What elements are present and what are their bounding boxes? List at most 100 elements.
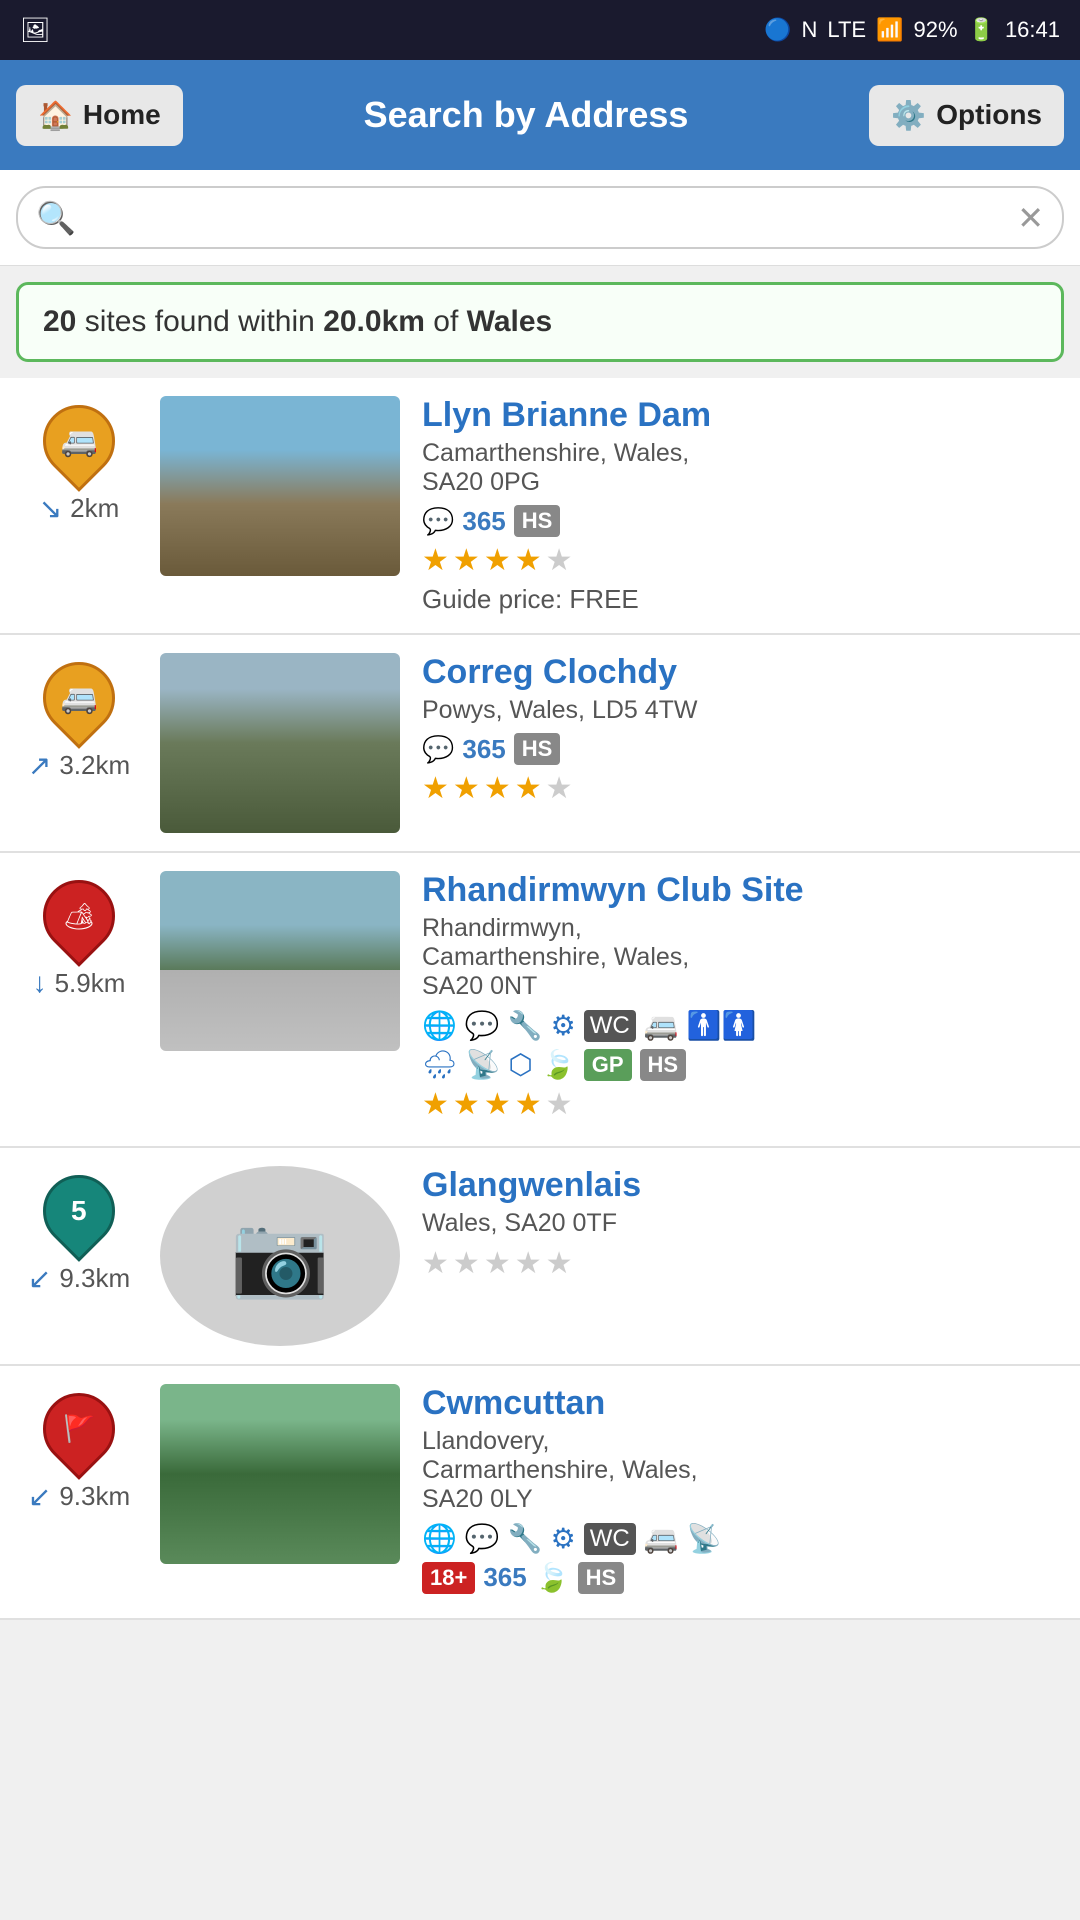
amenity-wrench-5: 🔧	[508, 1522, 543, 1555]
stars-2: ★ ★ ★ ★ ★	[422, 771, 1066, 806]
amenity-row-3: 🌐 💬 🔧 ⚙ WC 🚐 🚹🚺	[422, 1009, 1066, 1042]
site-name-5[interactable]: Cwmcuttan	[422, 1384, 1066, 1423]
clear-icon[interactable]: ✕	[1017, 199, 1044, 237]
amenity-gear: ⚙	[551, 1009, 576, 1042]
star-1-4: ★	[515, 543, 542, 578]
stars-1: ★ ★ ★ ★ ★	[422, 543, 1066, 578]
status-bar: 🖼 🔵 N LTE 📶 92% 🔋 16:41	[0, 0, 1080, 60]
distance-row-5: ↙ 9.3km	[28, 1480, 130, 1513]
star-4-4: ★	[515, 1246, 542, 1281]
status-bar-right: 🔵 N LTE 📶 92% 🔋 16:41	[764, 17, 1060, 43]
photo-icon: 🖼	[20, 16, 50, 45]
nfc-icon: N	[801, 17, 817, 43]
star-3-2: ★	[453, 1087, 480, 1122]
distance-row-3: ↓ 5.9km	[33, 967, 126, 999]
star-2-4: ★	[515, 771, 542, 806]
site-thumbnail-3[interactable]	[160, 871, 400, 1051]
star-3-5: ★	[546, 1087, 573, 1122]
distance-row-1: ↘ 2km	[39, 492, 120, 525]
direction-arrow-3: ↓	[33, 967, 47, 999]
site-pin-area: 🚐 ↘ 2km	[14, 396, 144, 525]
site-name-1[interactable]: Llyn Brianne Dam	[422, 396, 1066, 435]
list-item[interactable]: 🚩 ↙ 9.3km Cwmcuttan Llandovery,Carmarthe…	[0, 1366, 1080, 1620]
site-address-5: Llandovery,Carmarthenshire, Wales,SA20 0…	[422, 1427, 1066, 1514]
bluetooth-icon: 🔵	[764, 17, 791, 43]
battery-percent: 92%	[913, 17, 957, 43]
distance-1: 2km	[70, 493, 119, 524]
pin-icon-2: 🚐	[60, 681, 97, 716]
amenity-toilet: 🚹🚺	[687, 1009, 757, 1042]
map-pin-3: 🏕	[39, 871, 119, 961]
site-address-3: Rhandirmwyn,Camarthenshire, Wales,SA20 0…	[422, 914, 1066, 1001]
badge-hs-3: HS	[640, 1049, 687, 1081]
site-list: 🚐 ↘ 2km Llyn Brianne Dam Camarthenshire,…	[0, 378, 1080, 1620]
amenity-leaf-5: 🍃	[535, 1561, 570, 1594]
distance-2: 3.2km	[59, 750, 130, 781]
results-radius: 20.0km	[323, 305, 425, 338]
site-pin-area-3: 🏕 ↓ 5.9km	[14, 871, 144, 999]
list-item[interactable]: 🚐 ↘ 2km Llyn Brianne Dam Camarthenshire,…	[0, 378, 1080, 635]
chat-icon-2: 💬	[422, 734, 454, 765]
list-item[interactable]: 5 ↙ 9.3km 📷 Glangwenlais Wales, SA20 0TF…	[0, 1148, 1080, 1366]
star-2-3: ★	[484, 771, 511, 806]
star-4-5: ★	[546, 1246, 573, 1281]
amenity-wrench: 🔧	[508, 1009, 543, 1042]
map-pin-2: 🚐	[39, 653, 119, 743]
search-bar-container: 🔍 Wales ✕	[0, 170, 1080, 266]
badge-365-1: 365	[462, 506, 505, 537]
site-info-4: Glangwenlais Wales, SA20 0TF ★ ★ ★ ★ ★	[416, 1166, 1066, 1287]
site-address-4: Wales, SA20 0TF	[422, 1209, 1066, 1238]
list-item[interactable]: 🏕 ↓ 5.9km Rhandirmwyn Club Site Rhandirm…	[0, 853, 1080, 1148]
pin-icon-1: 🚐	[60, 424, 97, 459]
badge-row-5: 18+ 365 🍃 HS	[422, 1561, 1066, 1594]
direction-arrow-2: ↗	[28, 749, 51, 782]
search-icon: 🔍	[36, 199, 76, 237]
home-label: Home	[83, 99, 161, 131]
amenity-caravan-5: 🚐	[644, 1522, 679, 1555]
star-3-3: ★	[484, 1087, 511, 1122]
star-4-2: ★	[453, 1246, 480, 1281]
site-info-2: Correg Clochdy Powys, Wales, LD5 4TW 💬 3…	[416, 653, 1066, 812]
site-info-5: Cwmcuttan Llandovery,Carmarthenshire, Wa…	[416, 1384, 1066, 1600]
star-1-5: ★	[546, 543, 573, 578]
star-4-1: ★	[422, 1246, 449, 1281]
battery-icon: 🔋	[968, 17, 995, 43]
search-input[interactable]: Wales	[90, 198, 1003, 237]
star-1-2: ★	[453, 543, 480, 578]
amenity-chat-5: 💬	[465, 1522, 500, 1555]
options-button[interactable]: ⚙️ Options	[869, 85, 1064, 146]
site-thumbnail-1[interactable]	[160, 396, 400, 576]
distance-4: 9.3km	[59, 1263, 130, 1294]
status-bar-left: 🖼	[20, 16, 50, 45]
list-item[interactable]: 🚐 ↗ 3.2km Correg Clochdy Powys, Wales, L…	[0, 635, 1080, 853]
amenity-wifi-5: 📡	[687, 1522, 722, 1555]
site-no-photo-4[interactable]: 📷	[160, 1166, 400, 1346]
results-text-2: of	[433, 305, 466, 338]
amenity-wc-5: WC	[584, 1523, 636, 1555]
site-info-3: Rhandirmwyn Club Site Rhandirmwyn,Camart…	[416, 871, 1066, 1128]
star-2-2: ★	[453, 771, 480, 806]
results-summary: 20 sites found within 20.0km of Wales	[16, 282, 1064, 362]
badge-gp-3: GP	[584, 1049, 632, 1081]
home-button[interactable]: 🏠 Home	[16, 85, 183, 146]
site-pin-area-2: 🚐 ↗ 3.2km	[14, 653, 144, 782]
wifi-icon: 📶	[876, 17, 903, 43]
amenity-caravan: 🚐	[644, 1009, 679, 1042]
site-pin-area-4: 5 ↙ 9.3km	[14, 1166, 144, 1295]
amenity-gear-5: ⚙	[551, 1522, 576, 1555]
direction-arrow-5: ↙	[28, 1480, 51, 1513]
map-pin-5: 🚩	[39, 1384, 119, 1474]
badge-row-1: 💬 365 HS	[422, 505, 1066, 537]
site-thumbnail-5[interactable]	[160, 1384, 400, 1564]
stars-4: ★ ★ ★ ★ ★	[422, 1246, 1066, 1281]
site-address-2: Powys, Wales, LD5 4TW	[422, 696, 1066, 725]
star-3-4: ★	[515, 1087, 542, 1122]
page-title: Search by Address	[364, 94, 689, 136]
site-name-2[interactable]: Correg Clochdy	[422, 653, 1066, 692]
badge-hs-1: HS	[514, 505, 561, 537]
site-name-3[interactable]: Rhandirmwyn Club Site	[422, 871, 1066, 910]
amenity-drum: ⬡	[508, 1048, 532, 1081]
site-thumbnail-2[interactable]	[160, 653, 400, 833]
amenity-rain: 🌧	[422, 1048, 458, 1081]
site-name-4[interactable]: Glangwenlais	[422, 1166, 1066, 1205]
